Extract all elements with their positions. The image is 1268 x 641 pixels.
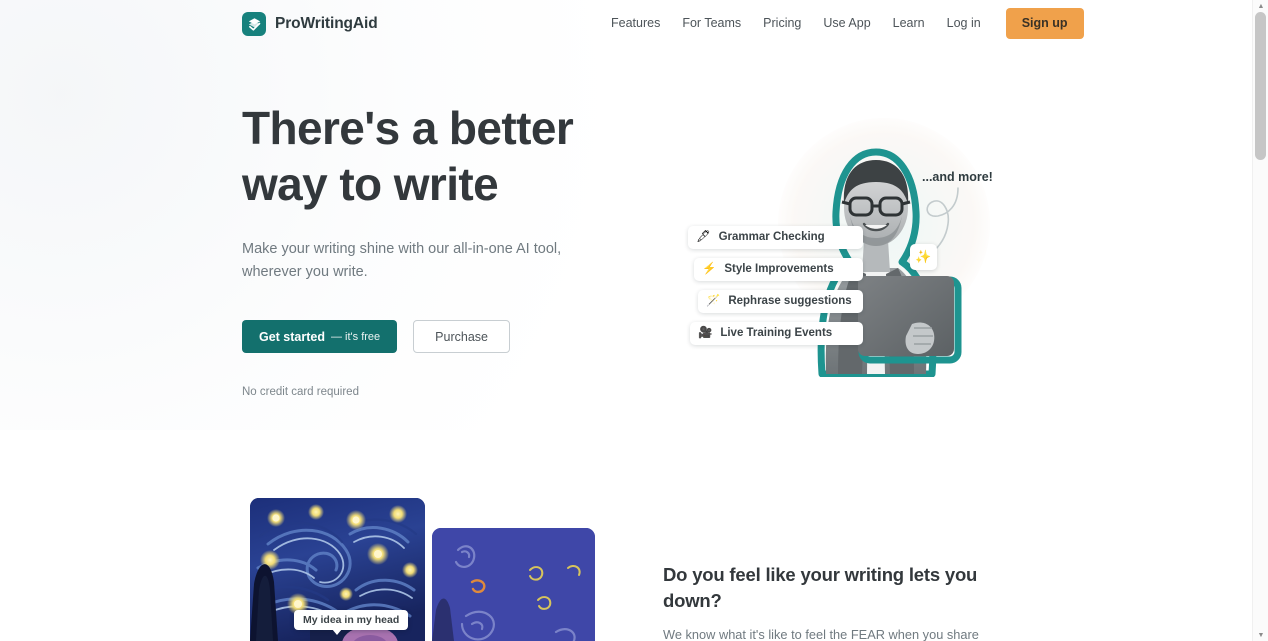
feature-chip-label: Style Improvements bbox=[724, 262, 834, 275]
hero-title-line-2: way to write bbox=[242, 158, 499, 210]
purchase-button[interactable]: Purchase bbox=[413, 320, 510, 353]
hero-subtitle: Make your writing shine with our all-in-… bbox=[242, 241, 562, 280]
simplified-painting-image bbox=[432, 528, 595, 641]
site-header: ProWritingAid Features For Teams Pricing… bbox=[0, 0, 1252, 48]
nav-item-for-teams[interactable]: For Teams bbox=[671, 8, 752, 39]
pen-icon: 🖋 bbox=[696, 230, 711, 243]
get-started-label: Get started bbox=[259, 329, 325, 344]
nav-item-features[interactable]: Features bbox=[600, 8, 671, 39]
brand-name: ProWritingAid bbox=[275, 15, 378, 32]
hero-title-line-1: There's a better bbox=[242, 102, 574, 154]
main-nav: Features For Teams Pricing Use App Learn… bbox=[600, 8, 1084, 39]
scroll-up-arrow-icon[interactable]: ▲ bbox=[1253, 0, 1268, 12]
scroll-down-arrow-icon[interactable]: ▼ bbox=[1253, 629, 1268, 641]
nav-item-pricing[interactable]: Pricing bbox=[752, 8, 812, 39]
no-credit-card-note: No credit card required bbox=[242, 386, 359, 398]
hero-illustration: 🖋 Grammar Checking ⚡ Style Improvements … bbox=[660, 92, 1020, 392]
feature-chip-rephrase-suggestions: 🪄 Rephrase suggestions bbox=[698, 290, 863, 313]
section2-copy: Do you feel like your writing lets you d… bbox=[663, 562, 1023, 641]
feature-chip-style-improvements: ⚡ Style Improvements bbox=[694, 258, 863, 281]
get-started-button[interactable]: Get started — it's free bbox=[242, 320, 398, 353]
and-more-label: ...and more! bbox=[922, 170, 993, 184]
nav-item-log-in[interactable]: Log in bbox=[936, 8, 992, 39]
feature-chip-label: Live Training Events bbox=[720, 326, 833, 339]
sign-up-button[interactable]: Sign up bbox=[1005, 8, 1084, 39]
feature-chip-grammar-checking: 🖋 Grammar Checking bbox=[688, 226, 863, 249]
feature-chip-list: 🖋 Grammar Checking ⚡ Style Improvements … bbox=[688, 226, 863, 345]
sparkles-icon: ✨ bbox=[915, 249, 932, 264]
hero-title: There's a better way to write bbox=[242, 100, 632, 212]
feature-chip-label: Grammar Checking bbox=[718, 230, 825, 243]
page-root: ProWritingAid Features For Teams Pricing… bbox=[0, 0, 1268, 641]
brand-logo-link[interactable]: ProWritingAid bbox=[242, 12, 378, 36]
magic-wand-icon: 🪄 bbox=[706, 294, 721, 307]
hero-copy: There's a better way to write Make your … bbox=[242, 100, 632, 398]
scrollbar-thumb[interactable] bbox=[1255, 12, 1266, 160]
nav-item-learn[interactable]: Learn bbox=[882, 8, 936, 39]
feature-chip-label: Rephrase suggestions bbox=[728, 294, 852, 307]
sparkle-badge: ✨ bbox=[910, 244, 937, 270]
idea-tooltip: My idea in my head bbox=[294, 610, 409, 635]
section2-illustration: My idea in my head bbox=[250, 498, 670, 641]
prowritingaid-logo-icon bbox=[242, 12, 266, 36]
page-scrollbar[interactable]: ▲ ▼ bbox=[1252, 0, 1268, 641]
section2-title: Do you feel like your writing lets you d… bbox=[663, 564, 978, 611]
feature-chip-live-training-events: 🎥 Live Training Events bbox=[690, 322, 863, 345]
nav-item-use-app[interactable]: Use App bbox=[812, 8, 881, 39]
lightning-bolt-icon: ⚡ bbox=[702, 262, 717, 275]
get-started-free-suffix: — it's free bbox=[331, 330, 381, 343]
movie-camera-icon: 🎥 bbox=[698, 326, 713, 339]
section2-body: We know what it's like to feel the FEAR … bbox=[663, 627, 979, 641]
hero-cta-row: Get started — it's free Purchase bbox=[242, 320, 632, 353]
